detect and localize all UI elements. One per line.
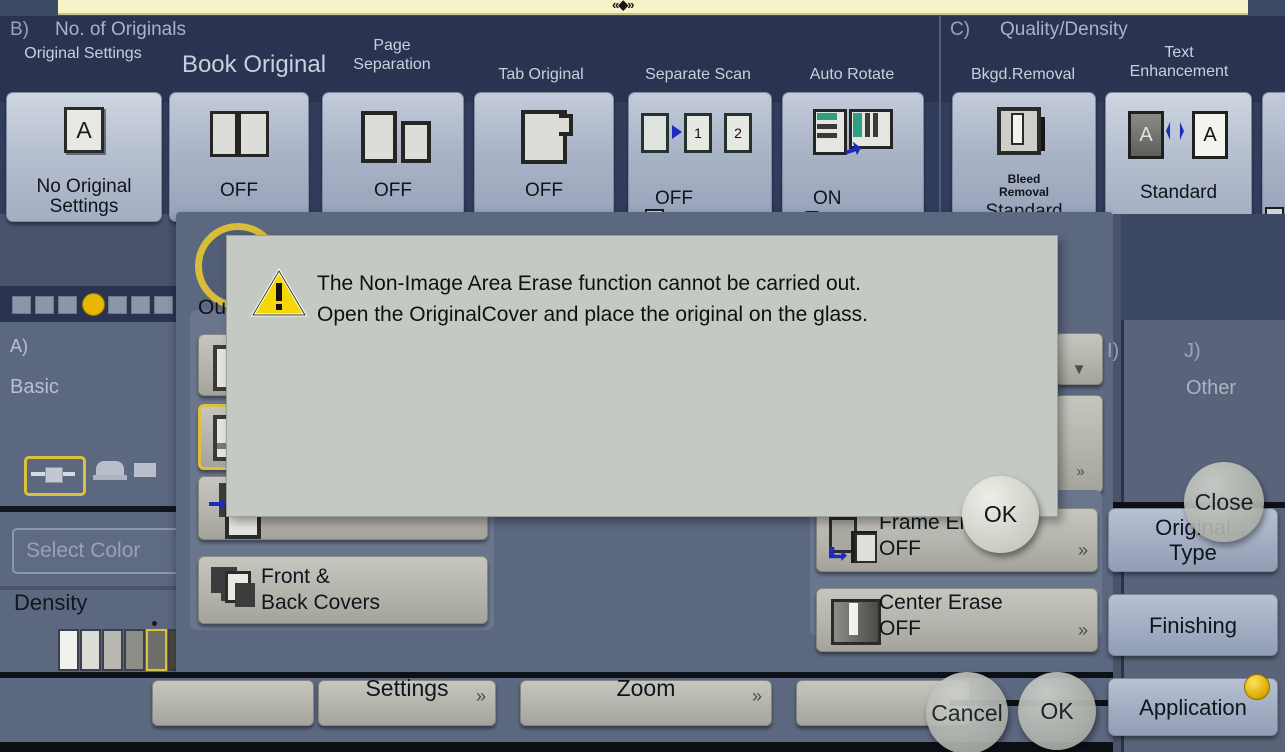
close-button[interactable]: Close [1184, 462, 1264, 542]
copier-touch-screen: «◆» B) No. of Originals C) Quality/Densi… [0, 0, 1285, 752]
button-original-settings-value-line2: Settings [7, 196, 161, 218]
double-chevron-right-icon: » [476, 686, 483, 707]
button-page-separation-value: OFF [323, 180, 463, 201]
section-i-letter: I) [1107, 340, 1119, 363]
right-column-header-band [1121, 214, 1285, 320]
double-chevron-right-icon: » [1076, 463, 1081, 480]
cover-option-front-back-covers-line2: Back Covers [261, 591, 380, 615]
warning-dialog-message: The Non-Image Area Erase function cannot… [317, 268, 868, 330]
divider [0, 506, 176, 512]
label-separate-scan: Separate Scan [628, 65, 768, 84]
label-auto-rotate: Auto Rotate [782, 65, 922, 84]
label-book-original: Book Original [163, 55, 345, 74]
button-bkgd-removal-sub: BleedRemoval [953, 173, 1095, 199]
section-a-letter: A) [10, 336, 28, 357]
button-separate-scan-value: OFF [655, 188, 771, 209]
center-erase-button[interactable]: Center Erase OFF » [816, 588, 1098, 652]
color-swatch[interactable] [35, 296, 54, 314]
button-auto-rotate[interactable]: ON [782, 92, 924, 222]
output-group-heading: Ou [198, 296, 226, 320]
density-label: Density [14, 590, 87, 616]
bottom-tab-zoom-label: Zoom [521, 675, 771, 702]
paper-source-selected-box[interactable] [24, 456, 86, 496]
label-text-enhancement: TextEnhancement [1105, 43, 1253, 81]
button-bkgd-removal[interactable]: BleedRemoval Standard [952, 92, 1096, 222]
bottom-tab-zoom[interactable]: Zoom » [520, 680, 772, 726]
application-label: Application [1139, 695, 1247, 720]
center-erase-value: OFF [879, 617, 921, 641]
color-swatch[interactable] [58, 296, 77, 314]
top-status-strip-fill [58, 0, 1248, 15]
section-j-letter: J) [1184, 340, 1201, 363]
label-original-settings: Original Settings [22, 44, 144, 63]
button-tab-original-value: OFF [475, 180, 613, 201]
button-partial-next-quality[interactable] [1262, 92, 1285, 222]
bottom-tab-settings[interactable]: Settings » [318, 680, 496, 726]
center-erase-label: Center Erase [879, 591, 1003, 615]
warning-dialog: The Non-Image Area Erase function cannot… [226, 235, 1058, 517]
cover-option-front-back-covers[interactable]: Front & Back Covers [198, 556, 488, 624]
section-c-title: Quality/Density [1000, 19, 1128, 41]
section-c-letter: C) [950, 19, 970, 41]
double-chevron-right-icon: » [1078, 540, 1085, 561]
button-page-separation[interactable]: OFF [322, 92, 464, 222]
top-status-strip: «◆» [0, 0, 1285, 16]
label-bkgd-removal: Bkgd.Removal [952, 65, 1094, 84]
frame-erase-value: OFF [879, 537, 921, 561]
frame-erase-button[interactable]: Frame Erase OFF » [816, 508, 1098, 572]
section-j-title: Other [1186, 377, 1236, 400]
double-chevron-right-icon: » [1078, 620, 1085, 641]
density-pointer-dot [152, 621, 157, 626]
button-auto-rotate-value: ON [813, 188, 923, 209]
color-swatch[interactable] [154, 296, 173, 314]
finishing-button[interactable]: Finishing [1108, 594, 1278, 656]
button-original-settings[interactable]: A No Original Settings [6, 92, 162, 222]
cover-option-front-back-covers-line1: Front & [261, 565, 330, 589]
density-step[interactable] [58, 629, 79, 671]
color-swatch-bar [0, 286, 176, 322]
color-swatch[interactable] [131, 296, 150, 314]
button-text-enhancement[interactable]: A A Standard [1105, 92, 1252, 222]
density-step[interactable] [102, 629, 123, 671]
cancel-button[interactable]: Cancel [926, 672, 1008, 752]
ok-button[interactable]: OK [1018, 672, 1096, 750]
density-step-selected[interactable] [146, 629, 167, 671]
bottom-bar-top-rule [0, 672, 1285, 678]
section-b-letter: B) [10, 19, 29, 41]
label-tab-original: Tab Original [478, 65, 604, 84]
dialog-ok-button[interactable]: OK [962, 476, 1039, 553]
bottom-tab-partial-left[interactable] [152, 680, 314, 726]
color-selected-indicator[interactable] [82, 293, 105, 316]
button-text-enhancement-value: Standard [1106, 182, 1251, 203]
document-a-icon: A [64, 107, 104, 153]
double-chevron-right-icon: » [752, 686, 759, 707]
color-swatch[interactable] [12, 296, 31, 314]
label-page-separation: PageSeparation [333, 36, 451, 74]
warning-triangle-icon [251, 268, 307, 318]
color-swatch[interactable] [108, 296, 127, 314]
section-b-title: No. of Originals [55, 19, 186, 41]
button-tab-original[interactable]: OFF [474, 92, 614, 222]
application-led-indicator [1244, 674, 1270, 700]
density-step[interactable] [80, 629, 101, 671]
page-forward-button[interactable]: » [1055, 395, 1103, 493]
section-a-title: Basic [10, 376, 59, 399]
button-original-settings-value-line1: No Original [7, 176, 161, 197]
finishing-label: Finishing [1149, 613, 1237, 638]
scroll-down-button[interactable]: ▼ [1055, 333, 1103, 385]
density-step[interactable] [124, 629, 145, 671]
scroll-arrows-icon[interactable]: «◆» [612, 0, 633, 13]
button-book-original-value: OFF [170, 180, 308, 201]
button-separate-scan[interactable]: 1 2 OFF [628, 92, 772, 222]
bottom-tab-settings-label: Settings [319, 675, 495, 702]
button-book-original[interactable]: OFF [169, 92, 309, 222]
